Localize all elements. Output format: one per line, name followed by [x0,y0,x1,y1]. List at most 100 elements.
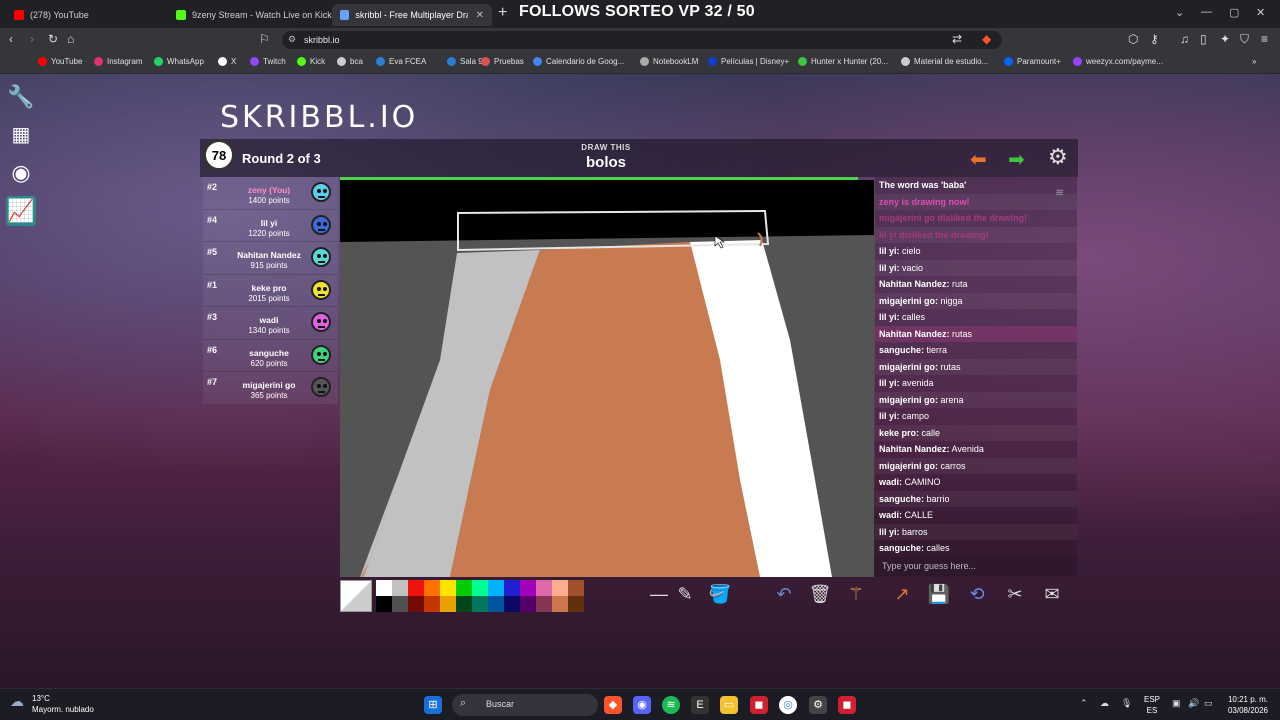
color-swatch[interactable] [520,580,536,596]
symmetry-icon[interactable]: ⟲ [965,584,989,605]
windows-start-icon[interactable]: ⊞ [424,696,442,714]
color-swatch[interactable] [552,580,568,596]
color-swatch[interactable] [552,596,568,612]
bookmark-item[interactable]: Sala 9 [447,57,483,66]
tray-chevron-icon[interactable]: ⌃ [1080,698,1088,709]
pencil-icon[interactable]: ✎ [673,584,697,605]
player-row[interactable]: #7 migajerini go 365 points [203,372,338,405]
bookmark-item[interactable]: Eva FCEA [376,57,426,66]
volume-icon[interactable]: 🔊 [1188,698,1199,709]
settings-gear-icon[interactable]: ⚙ [1048,144,1068,170]
color-swatch[interactable] [504,596,520,612]
color-swatch[interactable] [568,596,584,612]
bookmark-item[interactable]: X [218,57,236,66]
bookmark-item[interactable]: Pruebas [481,57,524,66]
translate-icon[interactable]: ⇄ [952,32,962,46]
bookmark-item[interactable]: bca [337,57,363,66]
back-arrow-icon[interactable]: ⬅ [970,147,987,172]
player-row[interactable]: #3 wadi 1340 points [203,307,338,340]
file-explorer-icon[interactable]: ▭ [720,696,738,714]
color-swatch[interactable] [376,580,392,596]
color-swatch[interactable] [408,596,424,612]
bookmark-item[interactable]: Películas | Disney+ [708,57,789,66]
color-swatch[interactable] [536,596,552,612]
network-icon[interactable]: ▣ [1172,698,1181,709]
onedrive-icon[interactable]: ☁ [1100,698,1109,709]
guess-input[interactable]: Type your guess here... [875,556,1077,576]
color-swatch[interactable] [376,596,392,612]
trash-icon[interactable]: 🗑 [808,584,832,605]
player-row[interactable]: #5 Nahitan Nandez 915 points [203,242,338,275]
sidebar-icon[interactable]: ▯ [1200,32,1207,46]
vpn-icon[interactable]: ⛉ [1240,32,1249,47]
bookmark-item[interactable]: Kick [297,57,325,66]
app-red-2-icon[interactable]: ◼ [838,696,856,714]
color-swatch[interactable] [472,580,488,596]
brush-size-icon[interactable]: — [647,584,671,605]
color-swatch[interactable] [392,596,408,612]
color-swatch[interactable] [504,580,520,596]
color-swatch[interactable] [408,580,424,596]
bookmark-item[interactable]: Twitch [250,57,286,66]
bookmark-item[interactable]: weezyx.com/payme... [1073,57,1163,66]
bookmark-item[interactable]: NotebookLM [640,57,698,66]
close-window-icon[interactable]: ✕ [1256,6,1265,19]
magic-wand-icon[interactable]: ⚚ [844,584,868,605]
tab-skribbl[interactable]: skribbl - Free Multiplayer Drawing ✕ [332,4,492,26]
player-row[interactable]: #4 lil yi 1220 points [203,209,338,242]
save-icon[interactable]: 💾 [927,584,951,605]
color-swatch[interactable] [456,596,472,612]
spotify-icon[interactable]: ≋ [662,696,680,714]
key-icon[interactable]: ⚷ [1150,32,1159,46]
language-indicator[interactable]: ESP ES [1142,694,1162,716]
drawing-canvas[interactable] [340,180,874,577]
bookmark-item[interactable]: YouTube [38,57,82,66]
chevron-down-icon[interactable]: ⌄ [1175,6,1184,19]
brave-icon[interactable]: ◆ [604,696,622,714]
forward-icon[interactable]: › [30,32,34,46]
bookmarks-overflow-icon[interactable]: » [1252,57,1256,66]
tab-kick[interactable]: 9zeny Stream - Watch Live on Kick [168,4,340,26]
player-row[interactable]: #6 sanguche 620 points [203,339,338,372]
undo-icon[interactable]: ↶ [772,584,796,605]
color-swatch[interactable] [392,580,408,596]
current-color-swatch[interactable] [340,580,372,612]
color-swatch[interactable] [424,580,440,596]
epic-games-icon[interactable]: E [691,696,709,714]
new-tab-button[interactable]: + [498,4,507,22]
home-icon[interactable]: ⌂ [67,32,74,46]
player-row[interactable]: #1 keke pro 2015 points [203,274,338,307]
forward-arrow-icon[interactable]: ➡ [1008,147,1025,172]
player-row[interactable]: #2 zeny (You) 1400 points [203,177,338,210]
close-tab-icon[interactable]: ✕ [476,10,484,21]
ai-icon[interactable]: ✦ [1220,32,1230,46]
fill-bucket-icon[interactable]: 🪣 [708,584,732,605]
color-swatch[interactable] [488,580,504,596]
color-swatch[interactable] [536,580,552,596]
eye-icon[interactable]: ◉ [6,158,36,188]
bookmark-item[interactable]: Calendario de Goog... [533,57,624,66]
bookmark-item[interactable]: Material de estudio... [901,57,988,66]
address-bar[interactable]: ⚙ skribbl.io [282,31,1002,49]
mic-icon[interactable]: 🎙 [1121,698,1132,709]
site-info-icon[interactable]: ⚙ [288,34,296,45]
battery-icon[interactable]: ▭ [1204,698,1213,709]
color-swatch[interactable] [520,596,536,612]
stats-icon[interactable]: 📈 [6,196,36,226]
bookmark-icon[interactable]: ⚐ [259,32,270,46]
color-swatch[interactable] [568,580,584,596]
discord-icon[interactable]: ◉ [633,696,651,714]
envelope-icon[interactable]: ✉ [1040,584,1064,605]
color-swatch[interactable] [424,596,440,612]
color-swatch[interactable] [472,596,488,612]
wrench-icon[interactable]: 🔧 [6,82,36,112]
back-icon[interactable]: ‹ [9,32,13,46]
tab-youtube[interactable]: (278) YouTube [6,4,97,26]
brush-arrow-icon[interactable]: ↗ [890,584,914,605]
crossed-tools-icon[interactable]: ✂ [1003,584,1027,605]
music-icon[interactable]: ♫ [1180,32,1189,46]
app-red-icon[interactable]: ◼ [750,696,768,714]
bookmark-item[interactable]: WhatsApp [154,57,204,66]
weather-widget[interactable]: ☁ 13°C Mayorm. nublado [10,693,94,715]
menu-icon[interactable]: ≡ [1261,32,1268,46]
